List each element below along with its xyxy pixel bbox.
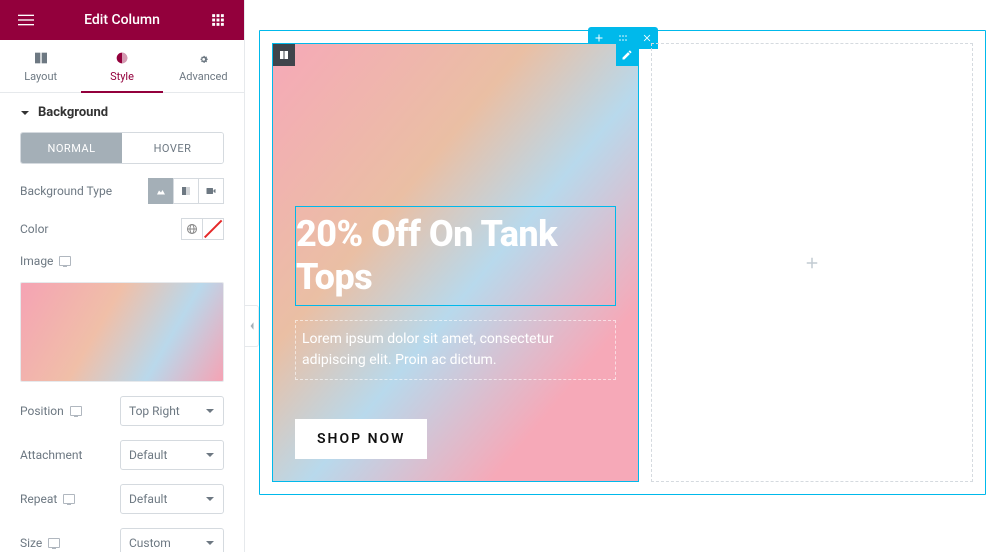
image-label: Image (20, 254, 224, 268)
editor-tabs: Layout Style Advanced (0, 40, 244, 93)
color-none[interactable] (202, 218, 224, 240)
color-label: Color (20, 222, 48, 236)
responsive-icon[interactable] (59, 256, 71, 266)
section-background-header[interactable]: Background (0, 93, 244, 132)
bg-type-video[interactable] (198, 178, 224, 204)
editor-sidebar: Edit Column Layout Style Advanced Backgr… (0, 0, 245, 552)
attachment-label: Attachment (20, 448, 110, 462)
sidebar-header: Edit Column (0, 0, 244, 40)
color-picker (181, 218, 224, 240)
shop-now-button[interactable]: SHOP NOW (295, 419, 427, 459)
tab-style-label: Style (110, 70, 134, 83)
color-global[interactable] (181, 218, 203, 240)
caret-down-icon (20, 108, 30, 118)
chevron-down-icon (205, 406, 215, 416)
responsive-icon[interactable] (48, 538, 60, 548)
chevron-down-icon (205, 494, 215, 504)
bg-type-gradient[interactable] (173, 178, 199, 204)
tab-layout[interactable]: Layout (0, 40, 81, 92)
section-background-title: Background (38, 105, 108, 120)
sidebar-title: Edit Column (40, 12, 204, 28)
column-label-icon[interactable] (273, 44, 295, 66)
position-label: Position (20, 404, 110, 418)
editor-canvas: 20% Off On Tank Tops Lorem ipsum dolor s… (245, 0, 1000, 552)
style-panel: Background NORMAL HOVER Background Type (0, 93, 244, 552)
position-select[interactable]: Top Right (120, 396, 224, 426)
bg-type-classic[interactable] (148, 178, 174, 204)
state-hover[interactable]: HOVER (122, 133, 223, 163)
responsive-icon[interactable] (70, 406, 82, 416)
apps-icon[interactable] (204, 6, 232, 34)
heading-text: 20% Off On Tank Tops (296, 213, 615, 299)
tab-advanced-label: Advanced (179, 70, 227, 83)
state-normal[interactable]: NORMAL (21, 133, 122, 163)
add-widget-placeholder[interactable] (652, 44, 973, 481)
column-1[interactable]: 20% Off On Tank Tops Lorem ipsum dolor s… (272, 43, 639, 482)
state-toggle: NORMAL HOVER (20, 132, 224, 164)
tab-advanced[interactable]: Advanced (163, 40, 244, 92)
tab-style[interactable]: Style (81, 40, 162, 92)
attachment-select[interactable]: Default (120, 440, 224, 470)
repeat-select[interactable]: Default (120, 484, 224, 514)
widget-edit-icon[interactable] (616, 44, 638, 66)
chevron-down-icon (205, 450, 215, 460)
size-label: Size (20, 536, 110, 550)
responsive-icon[interactable] (63, 494, 75, 504)
bg-type-group (148, 178, 224, 204)
background-controls: NORMAL HOVER Background Type (0, 132, 244, 552)
column-2[interactable] (651, 43, 974, 482)
repeat-label: Repeat (20, 492, 110, 506)
bg-image-preview[interactable] (20, 282, 224, 382)
text-widget[interactable]: Lorem ipsum dolor sit amet, consectetur … (295, 320, 616, 380)
section-outline: 20% Off On Tank Tops Lorem ipsum dolor s… (259, 30, 986, 495)
bg-type-label: Background Type (20, 184, 112, 198)
heading-widget[interactable]: 20% Off On Tank Tops (295, 206, 616, 306)
chevron-down-icon (205, 538, 215, 548)
menu-icon[interactable] (12, 6, 40, 34)
size-select[interactable]: Custom (120, 528, 224, 552)
tab-layout-label: Layout (24, 70, 57, 83)
